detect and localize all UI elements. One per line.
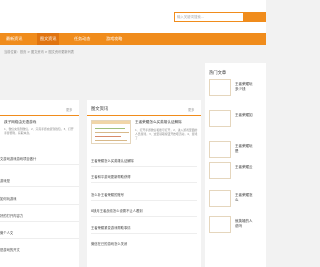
- divider: [91, 166, 197, 167]
- list-item[interactable]: 如何玩游戏: [0, 195, 16, 203]
- list-item[interactable]: 微信在已的游戏怎么关闭: [91, 240, 127, 248]
- hot-article-title[interactable]: 王者荣耀如: [235, 113, 253, 117]
- panel-divider: [0, 115, 79, 116]
- hot-article-item[interactable]: 王者荣耀玩是: [209, 141, 264, 162]
- left-panel: 更多 孩子网络由无语游戏 1、微信充值到微信，2、只需手游充值到钱包，3、打开手…: [0, 100, 79, 267]
- list-item[interactable]: 好的打开内容力: [0, 212, 23, 220]
- divider: [0, 164, 79, 165]
- hot-article-title[interactable]: 王者荣耀玩: [235, 144, 253, 148]
- breadcrumb: 当前位置：首页 > 图文资讯 > 图文资讯更新列表: [4, 50, 74, 54]
- divider: [91, 200, 197, 201]
- list-item[interactable]: 文游戏游戏游戏项目做什: [0, 155, 36, 163]
- article-thumbnail[interactable]: [209, 216, 231, 233]
- more-link[interactable]: 更多: [66, 107, 72, 112]
- panel-title: 图文资讯: [91, 107, 109, 112]
- search-input[interactable]: [175, 13, 243, 21]
- featured-title[interactable]: 王者荣耀怎么买英雄认证解除: [135, 120, 182, 125]
- hot-article-title-cont: 说吗: [235, 224, 242, 228]
- divider: [91, 216, 197, 217]
- articles-panel: 图文资讯 更多 王者荣耀怎么买英雄认证解除 1、打开手游微信和账号打开，2、进入…: [87, 100, 201, 267]
- hot-article-item[interactable]: 王者荣耀玩 多少钱: [209, 79, 264, 100]
- list-item[interactable]: 怎么补王者荣耀的账号: [91, 191, 124, 199]
- list-item[interactable]: 王者荣耀怎么买英雄认证解除: [91, 157, 134, 165]
- article-thumbnail[interactable]: [209, 79, 231, 96]
- nav-item-guides[interactable]: 游戏攻略: [106, 33, 122, 45]
- divider: [0, 186, 79, 187]
- page: 最新资讯 图文资讯 任务动态 游戏攻略 当前位置：首页 > 图文资讯 > 图文资…: [0, 0, 266, 267]
- hot-article-title-cont: 么: [235, 198, 239, 202]
- hot-article-title[interactable]: 王者荣耀云: [235, 165, 253, 169]
- panel-divider: [87, 115, 201, 116]
- article-thumbnail[interactable]: [91, 120, 131, 144]
- list-item[interactable]: 游戏是: [0, 177, 10, 185]
- article-thumbnail[interactable]: [209, 162, 231, 179]
- list-item[interactable]: 王者和平游戏更新帮助获得: [91, 173, 131, 181]
- panel-title: 热门文章: [209, 71, 227, 76]
- divider: [91, 233, 197, 234]
- hot-article-item[interactable]: 王者荣耀云: [209, 162, 264, 183]
- nav-item-latest[interactable]: 最新资讯: [6, 33, 22, 45]
- list-item[interactable]: 微个人文: [0, 229, 13, 237]
- hot-article-item[interactable]: 王者荣耀怎么: [209, 190, 264, 211]
- hot-article-title-cont: 多少钱: [235, 87, 246, 91]
- article-thumbnail[interactable]: [209, 141, 231, 158]
- more-link[interactable]: 更多: [188, 107, 194, 112]
- hot-article-title[interactable]: 王者荣耀玩: [235, 82, 253, 86]
- hot-article-item[interactable]: 就英雄的人 说吗: [209, 216, 264, 237]
- nav-item-tasks[interactable]: 任务动态: [74, 33, 90, 45]
- search-box[interactable]: [174, 12, 244, 22]
- nav-item-articles[interactable]: 图文资讯: [37, 33, 60, 45]
- list-item[interactable]: 是游戏的开文: [0, 246, 20, 254]
- divider: [0, 238, 79, 239]
- article-thumbnail[interactable]: [209, 110, 231, 127]
- article-thumbnail[interactable]: [209, 190, 231, 207]
- list-item[interactable]: 8缺月王者战绩怎么设置不让人看到: [91, 207, 143, 215]
- main-nav: 最新资讯 图文资讯 任务动态 游戏攻略: [0, 33, 266, 45]
- divider: [0, 204, 79, 205]
- divider: [0, 221, 79, 222]
- divider: [91, 182, 197, 183]
- featured-desc: 1、打开手游微信和账号打开，2、进入游戏里面的人员游戏，3、这里领取按钮开始吧活…: [135, 128, 198, 141]
- search-button[interactable]: [244, 12, 266, 22]
- hot-article-title-cont: 是: [235, 149, 239, 153]
- hot-article-title[interactable]: 王者荣耀怎: [235, 193, 253, 197]
- hot-article-item[interactable]: 王者荣耀如: [209, 110, 264, 131]
- list-item[interactable]: 王者荣耀紧变游戏帮助事情: [91, 224, 131, 232]
- featured-desc: 1、微信充值到微信，2、只需手游充值到钱包，3、打开手游便利，获取本身。: [4, 127, 74, 136]
- site-header: [0, 0, 266, 33]
- hot-article-title[interactable]: 就英雄的人: [235, 219, 253, 223]
- featured-title[interactable]: 孩子网络由无语游戏: [4, 120, 36, 125]
